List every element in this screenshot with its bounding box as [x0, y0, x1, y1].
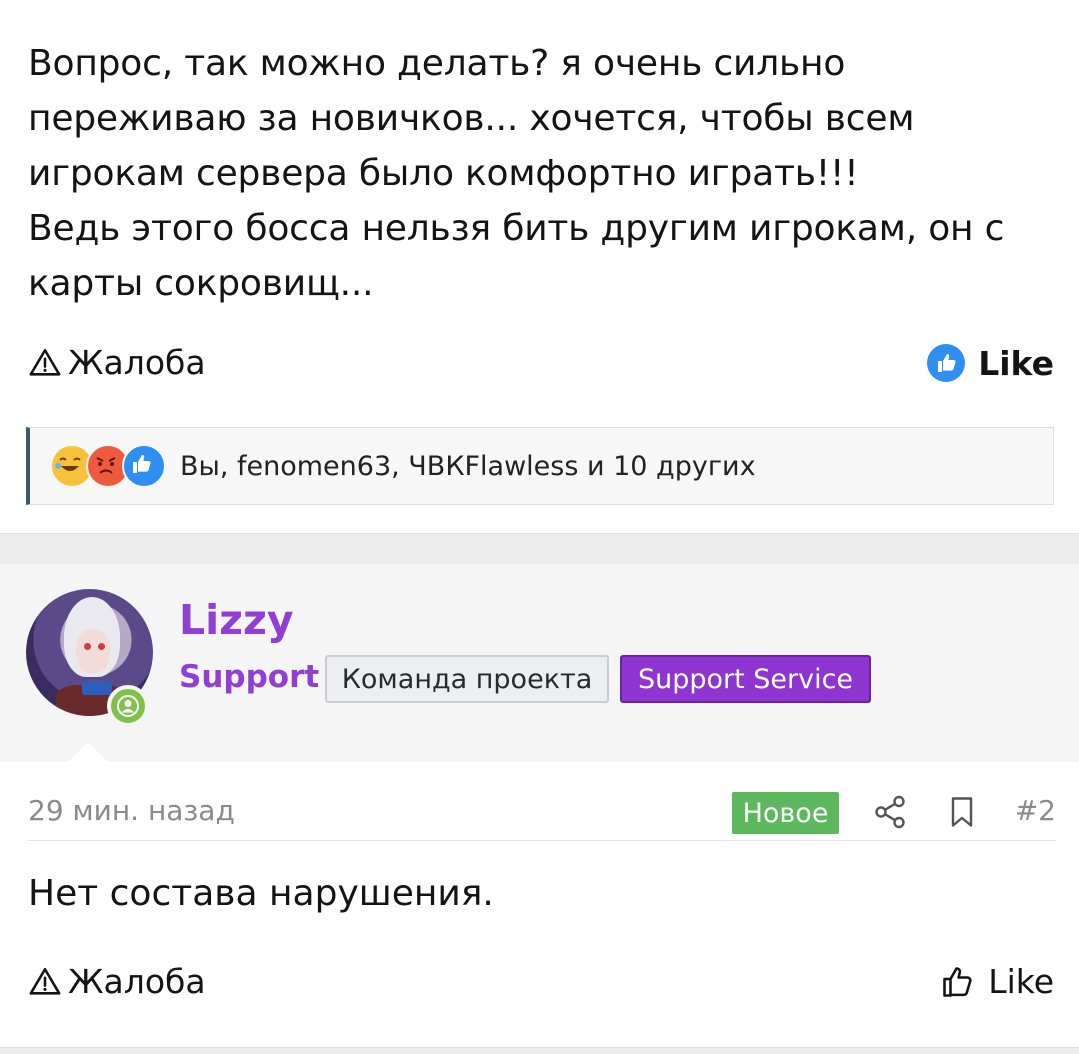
thumbs-up-icon [122, 444, 166, 488]
report-label: Жалоба [68, 343, 206, 382]
message-line: Вопрос, так можно делать? я очень сильно [28, 43, 846, 84]
message-line: карты сокровищ... [28, 263, 374, 304]
message-line: Ведь этого босса нельзя бить другим игро… [28, 208, 1005, 249]
user-title: Support [179, 659, 320, 695]
post-1-actions: Жалоба Like [28, 343, 1054, 393]
new-badge: Новое [732, 792, 839, 834]
post-1-message: Вопрос, так можно делать? я очень сильно… [28, 36, 1058, 311]
reactions-summary[interactable]: Вы, fenomen63, ЧВКFlawless и 10 других [180, 451, 756, 482]
bookmark-icon[interactable] [944, 794, 980, 830]
report-label: Жалоба [68, 962, 206, 1001]
user-online-icon [117, 695, 139, 717]
warning-icon [29, 967, 61, 995]
user-banner-support: Support Service [620, 655, 871, 703]
username-link[interactable]: Lizzy [179, 596, 294, 644]
user-banner-team: Команда проекта [325, 655, 609, 703]
header-notch [66, 742, 110, 764]
message-line: переживаю за новичков... хочется, чтобы … [28, 98, 915, 139]
post-number-link[interactable]: #2 [1015, 794, 1056, 827]
reaction-icons [50, 444, 166, 488]
share-icon[interactable] [872, 794, 908, 830]
online-status-badge [107, 685, 149, 727]
like-label: Like [988, 962, 1054, 1001]
post-2-meta: 29 мин. назад Новое #2 [28, 790, 1056, 841]
post-separator [0, 533, 1079, 565]
post-timestamp[interactable]: 29 мин. назад [28, 794, 235, 827]
like-label: Like [978, 343, 1054, 383]
reactions-bar[interactable]: Вы, fenomen63, ЧВКFlawless и 10 других [26, 427, 1054, 505]
post-2-actions: Жалоба Like [28, 962, 1054, 1012]
like-button[interactable]: Like [926, 343, 1054, 383]
report-button[interactable]: Жалоба [28, 962, 206, 1001]
like-button[interactable]: Like [940, 962, 1054, 1001]
message-line: игрокам сервера было комфортно играть!!! [28, 153, 859, 194]
warning-icon [29, 348, 61, 376]
report-button[interactable]: Жалоба [28, 343, 206, 382]
post-2-message: Нет состава нарушения. [28, 873, 494, 914]
thumbs-up-outline-icon [943, 966, 972, 997]
thumbs-up-filled-icon [927, 344, 966, 382]
